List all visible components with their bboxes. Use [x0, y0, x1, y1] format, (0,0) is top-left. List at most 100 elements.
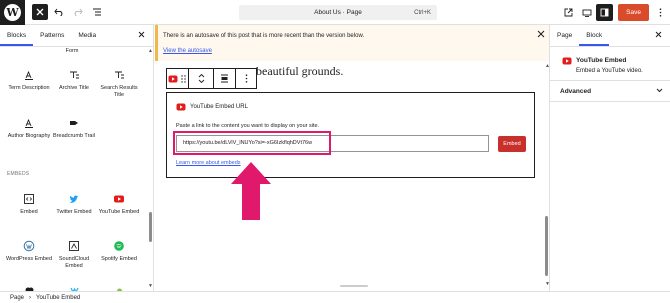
block-label: Breadcrumb Trail [53, 133, 95, 139]
desktop-icon [582, 9, 592, 17]
document-overview-button[interactable] [89, 4, 105, 20]
drag-handle-icon[interactable] [181, 74, 187, 83]
scroll-thumb[interactable] [149, 212, 152, 242]
embed-button[interactable]: Embed [498, 136, 526, 152]
breadcrumb-item-page[interactable]: Page [10, 295, 24, 301]
twitter-icon [69, 195, 79, 203]
chevron-down-icon [656, 86, 663, 95]
block-label: Form [65, 48, 79, 54]
command-palette-bar[interactable]: About Us · Page Ctrl+K [239, 5, 437, 20]
block-label: WordPress Embed [5, 256, 53, 262]
block-label: SoundCloud Embed [58, 256, 90, 269]
tab-block[interactable]: Block [579, 25, 609, 46]
redo-button[interactable] [70, 4, 86, 20]
block-type-button[interactable] [167, 69, 189, 88]
block-label: Author Biography [7, 133, 51, 139]
view-page-button[interactable] [560, 4, 577, 21]
block-wordpress-embed[interactable]: WordPress Embed [5, 240, 53, 263]
move-block-buttons[interactable] [189, 69, 215, 88]
block-youtube-embed[interactable]: YouTube Embed [95, 193, 143, 216]
block-form[interactable]: Form [48, 48, 96, 55]
embed-icon [24, 194, 34, 204]
pointer-arrow-annotation [231, 162, 271, 220]
tab-patterns[interactable]: Patterns [33, 25, 71, 46]
inserter-tabs: Blocks Patterns Media [0, 25, 153, 47]
tab-blocks[interactable]: Blocks [0, 25, 33, 46]
block-toolbar [166, 68, 257, 89]
block-options-button[interactable] [236, 69, 256, 88]
more-vertical-icon [659, 8, 662, 17]
youtube-icon [176, 103, 186, 111]
breadcrumb: Page › YouTube Embed [0, 291, 670, 303]
inserter-scrollbar[interactable]: ▲ ▼ [148, 47, 153, 291]
more-vertical-icon [245, 74, 247, 83]
youtube-icon [168, 75, 178, 82]
close-inserter-button[interactable] [32, 4, 48, 20]
save-button[interactable]: Save [618, 4, 649, 21]
close-settings-icon[interactable] [655, 30, 662, 41]
preview-button[interactable] [578, 4, 595, 21]
embed-header: YouTube Embed URL [176, 103, 248, 111]
site-logo-button[interactable]: W [0, 0, 25, 25]
breadcrumb-trail-icon [70, 121, 78, 125]
settings-sidebar: Page Block YouTube Embed Embed a YouTube… [549, 25, 670, 291]
advanced-label: Advanced [560, 88, 592, 95]
youtube-icon [562, 57, 572, 65]
close-inserter-icon[interactable] [138, 30, 145, 41]
block-label: YouTube Embed [98, 209, 140, 215]
embed-description: Paste a link to the content you want to … [176, 123, 320, 129]
align-button[interactable] [214, 69, 237, 88]
youtube-icon [114, 195, 124, 203]
tab-page[interactable]: Page [550, 25, 579, 46]
archive-title-icon [70, 71, 79, 79]
view-autosave-link[interactable]: View the autosave [163, 48, 212, 54]
sidebar-icon [600, 8, 609, 17]
block-card-title: YouTube Embed [576, 57, 627, 64]
external-link-icon [564, 8, 573, 17]
block-twitter-embed[interactable]: Twitter Embed [50, 193, 98, 216]
redo-icon [74, 8, 83, 16]
scroll-up-icon[interactable]: ▲ [148, 48, 153, 54]
block-archive-title[interactable]: Archive Title [50, 69, 98, 92]
chevron-up-down-icon [198, 73, 204, 84]
block-label: Term Description [8, 85, 50, 91]
dismiss-notice-icon[interactable] [537, 30, 545, 41]
block-author-biography[interactable]: Author Biography [5, 117, 53, 140]
advanced-panel-toggle[interactable]: Advanced [550, 80, 670, 102]
paragraph-block[interactable]: beautiful grounds. [256, 64, 343, 79]
list-view-icon [93, 8, 101, 16]
settings-toggle-button[interactable] [596, 4, 614, 21]
command-shortcut: Ctrl+K [414, 9, 431, 16]
scroll-thumb[interactable] [545, 216, 548, 276]
block-embed[interactable]: Embed [5, 193, 53, 216]
autosave-notice: There is an autosave of this post that i… [155, 25, 549, 61]
block-breadcrumb-trail[interactable]: Breadcrumb Trail [50, 117, 98, 140]
block-spotify-embed[interactable]: Spotify Embed [95, 240, 143, 263]
block-inserter-panel: Blocks Patterns Media Form Term Descript… [0, 25, 154, 291]
soundcloud-icon [69, 241, 79, 251]
author-biography-icon [25, 118, 33, 128]
block-search-results-title[interactable]: Search Results Title [95, 69, 143, 99]
undo-icon [54, 8, 63, 16]
url-highlight-annotation [173, 131, 331, 155]
block-label: Archive Title [59, 85, 89, 91]
block-card-description: Embed a YouTube video. [576, 68, 643, 74]
term-description-icon [25, 70, 33, 80]
embed-title: YouTube Embed URL [190, 104, 248, 110]
resize-handle[interactable] [340, 285, 368, 287]
site-logo-letter: W [4, 3, 21, 21]
close-icon [36, 8, 44, 16]
tab-media[interactable]: Media [71, 25, 103, 46]
section-title-embeds: EMBEDS [7, 171, 30, 177]
editor-canvas: There is an autosave of this post that i… [155, 25, 549, 291]
breadcrumb-item-youtube-embed: YouTube Embed [36, 294, 81, 301]
spotify-icon [114, 241, 124, 251]
block-label: Search Results Title [100, 85, 138, 98]
block-label: Twitter Embed [56, 209, 92, 215]
scroll-down-icon[interactable]: ▼ [148, 283, 153, 289]
undo-button[interactable] [51, 4, 67, 20]
block-soundcloud-embed[interactable]: SoundCloud Embed [50, 240, 98, 270]
block-term-description[interactable]: Term Description [5, 69, 53, 92]
options-menu-button[interactable] [652, 4, 669, 21]
settings-tabs: Page Block [550, 25, 670, 47]
